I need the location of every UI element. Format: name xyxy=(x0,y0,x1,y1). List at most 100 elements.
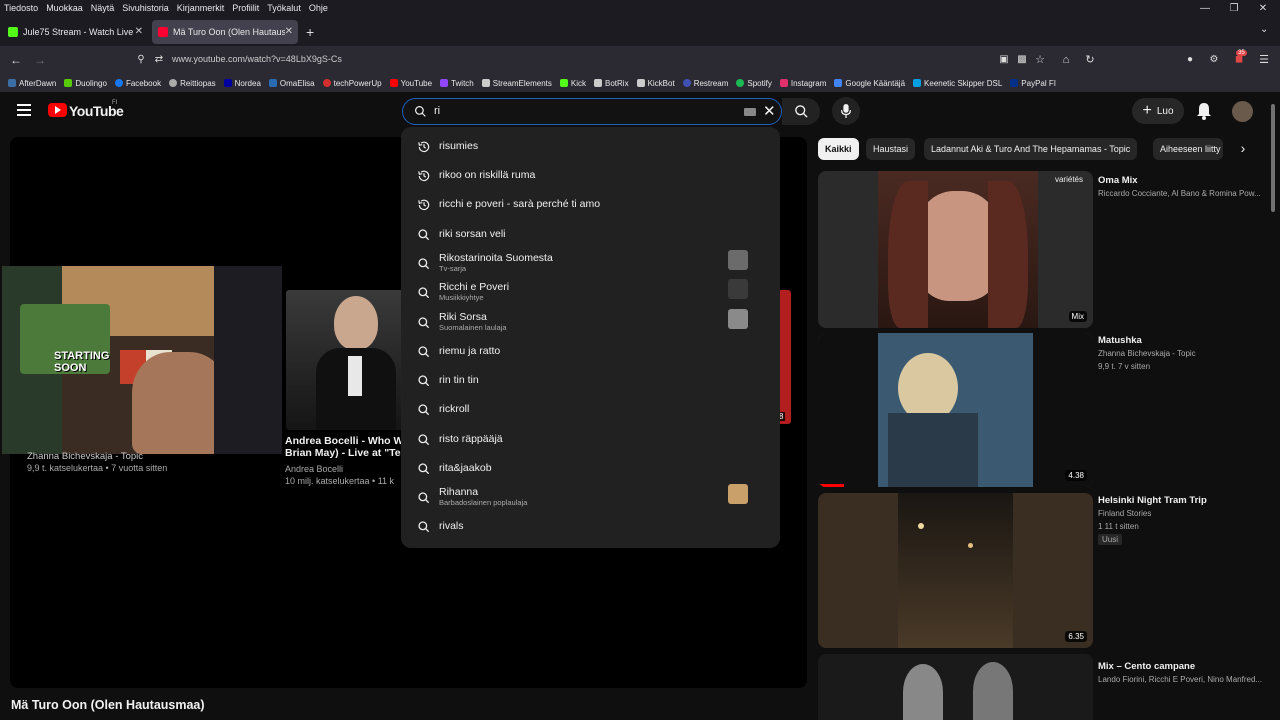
search-suggestion-item[interactable]: rivals xyxy=(401,513,780,541)
chip-all[interactable]: Kaikki xyxy=(818,138,859,160)
bookmark-item[interactable]: YouTube xyxy=(389,79,432,88)
bookmark-item[interactable]: Google Kääntäjä xyxy=(834,79,905,88)
search-suggestion-item[interactable]: ricchi e poveri - sarà perché ti amo xyxy=(401,191,780,219)
extensions-icon[interactable]: ⚙ xyxy=(1206,52,1222,68)
clear-search-icon[interactable]: ✕ xyxy=(763,102,776,120)
bookmark-item[interactable]: Kick xyxy=(559,79,586,88)
side-video-channel[interactable]: Lando Fiorini, Ricchi E Poveri, Nino Man… xyxy=(1098,675,1262,684)
close-window-button[interactable]: ✕ xyxy=(1246,0,1280,16)
menu-help[interactable]: Ohje xyxy=(309,3,328,13)
bookmark-item[interactable]: BotRix xyxy=(594,79,629,88)
chip-related[interactable]: Aiheeseen liitty xyxy=(1153,138,1223,160)
tab-youtube-active[interactable]: Mä Turo Oon (Olen Hautausma ✕ xyxy=(152,20,298,44)
back-button[interactable]: ← xyxy=(8,52,24,68)
search-suggestion-item[interactable]: rita&jaakob xyxy=(401,455,780,483)
search-suggestion-item[interactable]: risumies xyxy=(401,133,780,161)
bookmark-item[interactable]: Keenetic Skipper DSL xyxy=(913,79,1002,88)
search-icon xyxy=(417,403,431,417)
bookmark-item[interactable]: KickBot xyxy=(636,79,675,88)
screenshot-icon[interactable]: ▩ xyxy=(1014,52,1030,68)
card-channel: Zhanna Bichevskaja - Topic xyxy=(27,451,143,462)
side-video-channel[interactable]: Finland Stories xyxy=(1098,509,1151,518)
side-video-channel[interactable]: Zhanna Bichevskaja - Topic xyxy=(1098,349,1196,358)
suggestion-text: rickroll xyxy=(439,403,470,415)
bookmark-item[interactable]: Nordea xyxy=(223,79,261,88)
address-bar[interactable]: www.youtube.com/watch?v=48LbX9gS-Cs xyxy=(172,54,342,64)
notifications-bell-icon[interactable] xyxy=(1196,102,1212,120)
menu-bookmarks[interactable]: Kirjanmerkit xyxy=(177,3,225,13)
scrollbar[interactable] xyxy=(1271,104,1275,212)
menu-view[interactable]: Näytä xyxy=(91,3,115,13)
search-icon xyxy=(417,345,431,359)
chevron-right-icon[interactable]: › xyxy=(1228,140,1258,160)
voice-search-button[interactable] xyxy=(832,97,860,125)
home-icon[interactable]: ⌂ xyxy=(1058,52,1074,68)
youtube-header: YouTube FI ri ✕ + Luo xyxy=(0,92,1280,132)
menu-edit[interactable]: Muokkaa xyxy=(46,3,83,13)
tab-bar: Jule75 Stream - Watch Live on K ✕ Mä Tur… xyxy=(0,16,1280,46)
chip-uploader[interactable]: Ladannut Aki & Turo And The Hepamamas - … xyxy=(924,138,1138,160)
menu-icon[interactable]: ☰ xyxy=(1256,52,1272,68)
bookmark-item[interactable]: AfterDawn xyxy=(8,79,56,88)
avatar[interactable] xyxy=(1232,101,1253,122)
keyboard-icon[interactable] xyxy=(744,108,756,116)
menu-profiles[interactable]: Profiilit xyxy=(232,3,259,13)
bookmark-item[interactable]: PayPal FI xyxy=(1010,79,1056,88)
side-video-channel[interactable]: Riccardo Cocciante, Al Bano & Romina Pow… xyxy=(1098,189,1261,198)
bookmark-item[interactable]: Twitch xyxy=(440,79,474,88)
search-suggestion-item[interactable]: rickroll xyxy=(401,396,780,424)
bookmark-star-icon[interactable]: ☆ xyxy=(1032,52,1048,68)
search-suggestion-item[interactable]: Riki Sorsa Suomalainen laulaja xyxy=(401,309,780,337)
bookmark-item[interactable]: StreamElements xyxy=(481,79,552,88)
search-input[interactable]: ri ✕ xyxy=(402,98,782,125)
end-screen-thumbnail[interactable] xyxy=(779,290,791,424)
suggestion-text: Rikostarinoita Suomesta xyxy=(439,252,553,264)
bookmark-item[interactable]: OmaElisa xyxy=(268,79,315,88)
search-suggestion-item[interactable]: riki sorsan veli xyxy=(401,221,780,249)
reload-icon[interactable]: ↻ xyxy=(1082,52,1098,68)
side-video-thumbnail[interactable]: 6.35 xyxy=(818,493,1093,648)
site-permissions-icon[interactable]: ⇄ xyxy=(151,52,167,68)
side-video-title[interactable]: Matushka xyxy=(1098,335,1142,346)
close-tab-icon[interactable]: ✕ xyxy=(135,26,143,37)
elisa-icon xyxy=(268,79,277,87)
side-video-title[interactable]: Helsinki Night Tram Trip xyxy=(1098,495,1207,506)
card-title[interactable]: Andrea Bocelli - Who Wa Brian May) - Liv… xyxy=(285,435,409,459)
menu-file[interactable]: Tiedosto xyxy=(4,3,38,13)
search-suggestion-item[interactable]: Ricchi e Poveri Musiikkiyhtye xyxy=(401,279,780,307)
youtube-logo-icon[interactable] xyxy=(48,103,67,117)
create-button[interactable]: + Luo xyxy=(1132,98,1184,124)
bookmark-item[interactable]: Facebook xyxy=(114,79,161,88)
bookmark-item[interactable]: Duolingo xyxy=(64,79,107,88)
close-tab-icon[interactable]: ✕ xyxy=(285,26,293,37)
bookmark-item[interactable]: techPowerUp xyxy=(322,79,382,88)
list-tabs-icon[interactable]: ⌄ xyxy=(1260,24,1268,35)
search-suggestion-item[interactable]: risto räppääjä xyxy=(401,426,780,454)
search-suggestion-item[interactable]: Rihanna Barbadoslainen poplaulaja xyxy=(401,484,780,512)
bookmark-item[interactable]: Instagram xyxy=(779,79,826,88)
bookmark-item[interactable]: Reittiopas xyxy=(169,79,216,88)
search-suggestion-item[interactable]: riemu ja ratto xyxy=(401,338,780,366)
forward-button[interactable]: → xyxy=(32,52,48,68)
account-icon[interactable]: ● xyxy=(1182,52,1198,68)
new-tab-button[interactable]: + xyxy=(306,24,314,40)
bookmark-item[interactable]: Restream xyxy=(682,79,728,88)
end-screen-thumbnail[interactable] xyxy=(286,290,411,430)
menu-history[interactable]: Sivuhistoria xyxy=(122,3,169,13)
side-video-thumbnail[interactable]: variétés Mix xyxy=(818,171,1093,328)
side-video-title[interactable]: Oma Mix xyxy=(1098,175,1138,186)
hamburger-menu-icon[interactable] xyxy=(17,104,31,116)
tab-kick-stream[interactable]: Jule75 Stream - Watch Live on K ✕ xyxy=(2,20,148,44)
side-video-thumbnail[interactable]: 4.38 xyxy=(818,333,1093,487)
side-video-thumbnail[interactable] xyxy=(818,654,1093,720)
side-video-title[interactable]: Mix – Cento campane xyxy=(1098,661,1195,672)
chip-from-search[interactable]: Haustasi xyxy=(866,138,916,160)
picture-in-picture-icon[interactable]: ▣ xyxy=(996,52,1012,68)
bookmark-item[interactable]: Spotify xyxy=(736,79,772,88)
search-suggestion-item[interactable]: Rikostarinoita Suomesta Tv-sarja xyxy=(401,250,780,278)
search-suggestion-item[interactable]: rikoo on riskillä ruma xyxy=(401,162,780,190)
search-button[interactable] xyxy=(782,98,820,125)
shield-icon[interactable]: ⚲ xyxy=(133,52,149,68)
search-suggestion-item[interactable]: rin tin tin xyxy=(401,367,780,395)
menu-tools[interactable]: Työkalut xyxy=(267,3,301,13)
